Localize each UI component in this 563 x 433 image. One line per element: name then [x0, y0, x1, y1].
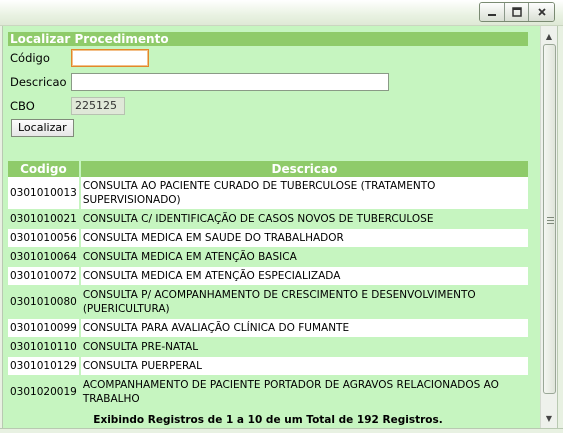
localizar-button[interactable]: Localizar	[11, 119, 74, 137]
cbo-label: CBO	[10, 99, 35, 113]
table-row[interactable]: 0301010080 CONSULTA P/ ACOMPANHAMENTO DE…	[8, 285, 528, 319]
cell-descricao: CONSULTA MEDICA EM ATENÇÃO ESPECIALIZADA	[79, 266, 528, 286]
cell-codigo: 0301010080	[8, 285, 81, 319]
table-row[interactable]: 0301010099 CONSULTA PARA AVALIAÇÃO CLÍNI…	[8, 318, 528, 338]
close-icon[interactable]	[528, 3, 554, 21]
table-row[interactable]: 0301010072 CONSULTA MEDICA EM ATENÇÃO ES…	[8, 266, 528, 286]
dialog-content: Localizar Procedimento Código Descricao …	[0, 26, 540, 428]
maximize-icon[interactable]	[504, 3, 528, 21]
descricao-input[interactable]	[71, 73, 389, 91]
scroll-up-arrow-icon[interactable]: ▲	[541, 28, 557, 44]
window-left-border	[0, 26, 3, 433]
scroll-down-arrow-icon[interactable]: ▼	[541, 410, 557, 426]
cell-codigo: 0301010056	[8, 228, 81, 248]
search-panel: Localizar Procedimento Código Descricao …	[8, 32, 528, 142]
codigo-label: Código	[10, 51, 50, 65]
window-titlebar	[0, 0, 563, 26]
cell-codigo: 0301010013	[8, 177, 81, 210]
table-row[interactable]: 0301010013 CONSULTA AO PACIENTE CURADO D…	[8, 177, 528, 210]
window-bottom-border	[0, 428, 563, 433]
cell-descricao: CONSULTA PRE-NATAL	[79, 337, 528, 357]
codigo-row: Código	[8, 46, 528, 70]
cell-descricao: ACOMPANHAMENTO DE PACIENTE PORTADOR DE A…	[79, 375, 528, 409]
cbo-value: 225125	[71, 97, 125, 115]
cell-codigo: 0301010064	[8, 247, 81, 267]
cell-codigo: 0301010099	[8, 318, 81, 338]
vertical-scrollbar[interactable]: ▲ ▼	[540, 26, 557, 428]
cell-codigo: 0301010072	[8, 266, 81, 286]
cell-descricao: CONSULTA PARA AVALIAÇÃO CLÍNICA DO FUMAN…	[79, 318, 528, 338]
cell-codigo: 0301010110	[8, 337, 81, 357]
table-row[interactable]: 0301010056 CONSULTA MEDICA EM SAUDE DO T…	[8, 228, 528, 248]
window-controls	[479, 2, 555, 22]
descricao-label: Descricao	[10, 75, 67, 89]
table-row[interactable]: 0301010021 CONSULTA C/ IDENTIFICAÇÃO DE …	[8, 209, 528, 229]
table-row[interactable]: 0301010129 CONSULTA PUERPERAL	[8, 356, 528, 376]
search-panel-title: Localizar Procedimento	[8, 32, 528, 46]
table-row[interactable]: 0301020019 ACOMPANHAMENTO DE PACIENTE PO…	[8, 375, 528, 409]
column-header-descricao[interactable]: Descricao	[79, 161, 528, 177]
cell-descricao: CONSULTA P/ ACOMPANHAMENTO DE CRESCIMENT…	[79, 285, 528, 319]
submit-row: Localizar	[8, 118, 528, 142]
column-header-codigo[interactable]: Codigo	[8, 161, 81, 177]
table-row[interactable]: 0301010064 CONSULTA MEDICA EM ATENÇÃO BA…	[8, 247, 528, 267]
cell-descricao: CONSULTA AO PACIENTE CURADO DE TUBERCULO…	[79, 177, 528, 210]
cell-descricao: CONSULTA MEDICA EM SAUDE DO TRABALHADOR	[79, 228, 528, 248]
table-row[interactable]: 0301010110 CONSULTA PRE-NATAL	[8, 337, 528, 357]
results-header-row: Codigo Descricao	[8, 161, 528, 177]
descricao-row: Descricao	[8, 70, 528, 94]
cell-descricao: CONSULTA PUERPERAL	[79, 356, 528, 376]
results-table: Codigo Descricao 0301010013 CONSULTA AO …	[8, 161, 528, 428]
cell-codigo: 0301020019	[8, 375, 81, 409]
results-footer-row: Exibindo Registros de 1 a 10 de um Total…	[8, 408, 528, 428]
cbo-row: CBO 225125	[8, 94, 528, 118]
codigo-input[interactable]	[71, 49, 149, 67]
cell-descricao: CONSULTA C/ IDENTIFICAÇÃO DE CASOS NOVOS…	[79, 209, 528, 229]
scrollbar-thumb[interactable]	[543, 44, 556, 394]
cell-codigo: 0301010021	[8, 209, 81, 229]
cell-descricao: CONSULTA MEDICA EM ATENÇÃO BASICA	[79, 247, 528, 267]
window-right-border	[557, 26, 563, 433]
scrollbar-grip-icon	[547, 217, 554, 226]
minimize-icon[interactable]	[480, 3, 504, 21]
cell-codigo: 0301010129	[8, 356, 81, 376]
results-summary: Exibindo Registros de 1 a 10 de um Total…	[8, 408, 528, 428]
